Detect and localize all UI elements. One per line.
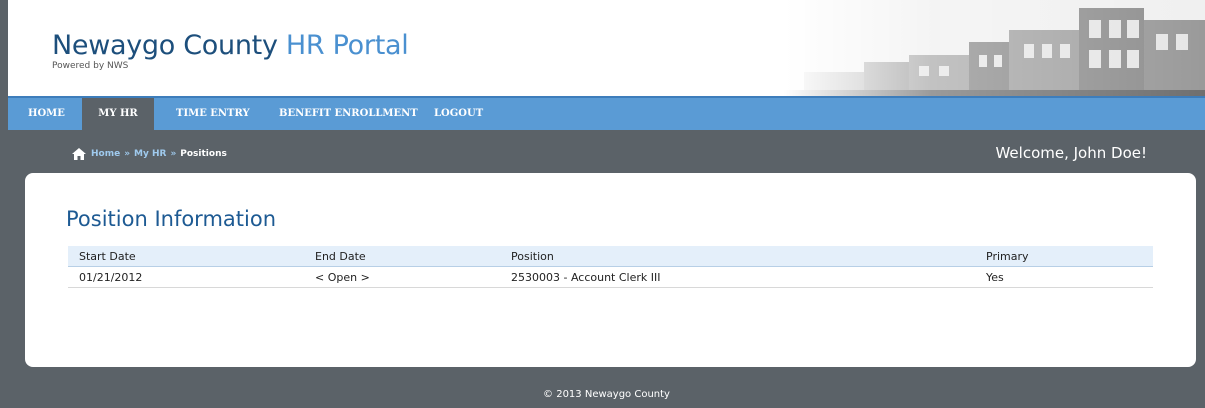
breadcrumb-separator: » <box>170 149 177 159</box>
header-start-date: Start Date <box>79 250 136 263</box>
main-nav: HOME MY HR TIME ENTRY BENEFIT ENROLLMENT… <box>8 96 1205 132</box>
breadcrumb-separator: » <box>124 149 131 159</box>
breadcrumb-home[interactable]: Home <box>91 149 120 159</box>
cell-primary: Yes <box>986 271 1004 284</box>
cell-position: 2530003 - Account Clerk III <box>511 271 661 284</box>
brand-block: Newaygo County HR Portal Powered by NWS <box>52 30 409 71</box>
historic-street-photo <box>784 0 1205 96</box>
nav-logout[interactable]: LOGOUT <box>434 98 483 132</box>
main-panel: Position Information Start Date End Date… <box>25 173 1196 367</box>
site-header: Newaygo County HR Portal Powered by NWS <box>8 0 1205 96</box>
breadcrumb-my-hr[interactable]: My HR <box>134 149 166 159</box>
site-title-main: Newaygo County <box>52 30 278 61</box>
nav-my-hr[interactable]: MY HR <box>82 98 154 132</box>
powered-by-label: Powered by NWS <box>52 61 129 71</box>
header-position: Position <box>511 250 554 263</box>
welcome-message: Welcome, John Doe! <box>995 144 1147 162</box>
left-edge-bar <box>0 0 8 408</box>
nav-time-entry[interactable]: TIME ENTRY <box>176 98 250 132</box>
content-band: Home » My HR » Positions Welcome, John D… <box>8 130 1205 408</box>
cell-start-date: 01/21/2012 <box>79 271 143 284</box>
cell-end-date: < Open > <box>315 271 370 284</box>
header-end-date: End Date <box>315 250 366 263</box>
page-title: Position Information <box>66 207 276 231</box>
header-primary: Primary <box>986 250 1029 263</box>
home-icon[interactable] <box>72 148 86 160</box>
table-header-row: Start Date End Date Position Primary <box>68 246 1153 267</box>
footer-copyright: © 2013 Newaygo County <box>543 389 670 400</box>
nav-benefit-enrollment[interactable]: BENEFIT ENROLLMENT <box>279 98 418 132</box>
site-title-accent: HR Portal <box>285 30 409 61</box>
nav-home[interactable]: HOME <box>28 98 65 132</box>
breadcrumb-positions: Positions <box>180 149 227 159</box>
breadcrumb: Home » My HR » Positions <box>72 148 227 160</box>
table-row: 01/21/2012 < Open > 2530003 - Account Cl… <box>68 267 1153 288</box>
site-title[interactable]: Newaygo County HR Portal <box>52 30 409 62</box>
positions-table: Start Date End Date Position Primary 01/… <box>68 246 1153 288</box>
